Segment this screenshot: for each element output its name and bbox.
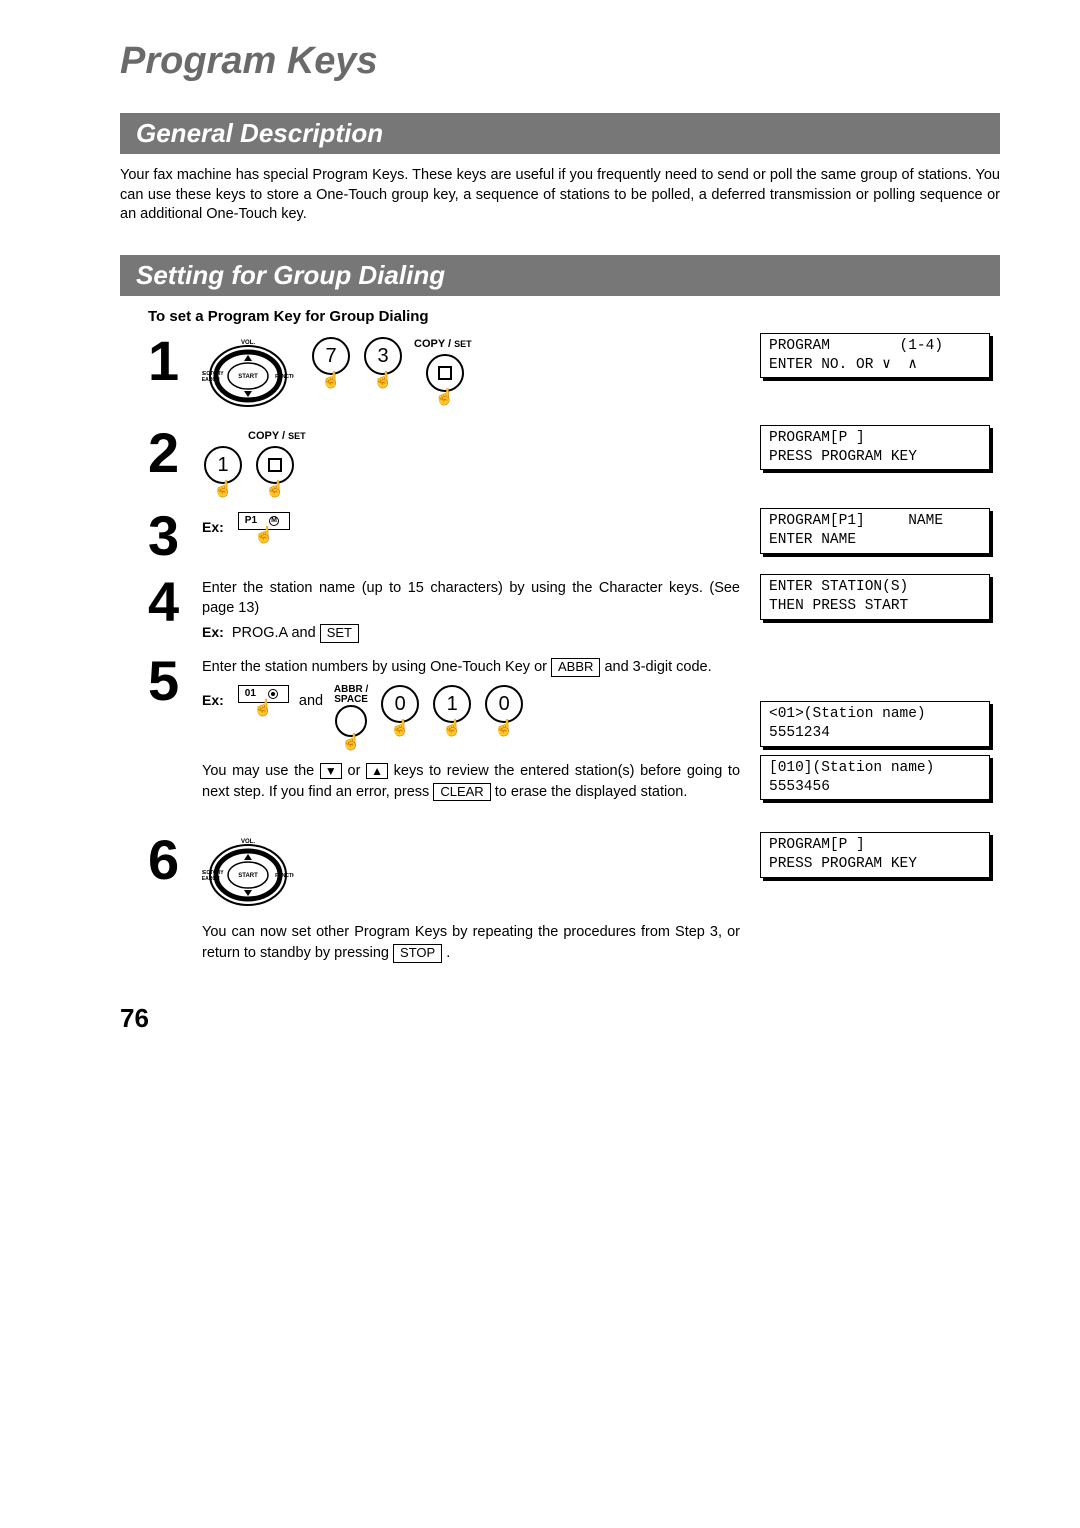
- key-0-label: 0: [499, 690, 510, 718]
- key-3: 3 ☝: [364, 337, 402, 389]
- key-3-label: 3: [377, 342, 388, 370]
- hand-icon: ☝: [253, 701, 273, 717]
- set-key: ☝: [256, 446, 294, 498]
- lcd-display: [010](Station name) 5553456: [760, 755, 990, 801]
- key-0-label: 0: [395, 690, 406, 718]
- hand-icon: ☝: [435, 390, 455, 406]
- down-arrow-key-icon: ▼: [320, 763, 342, 779]
- step-number: 1: [148, 333, 202, 389]
- page-number: 76: [120, 1003, 1000, 1034]
- navigator-dial-icon: START VOL. DIRECTORY SEARCH FUNCTION: [202, 836, 294, 914]
- key-1-label: 1: [217, 451, 228, 479]
- lcd-display: <01>(Station name) 5551234: [760, 701, 990, 747]
- hand-icon: ☝: [254, 528, 274, 544]
- general-description-body: Your fax machine has special Program Key…: [120, 166, 1000, 225]
- svg-text:SEARCH: SEARCH: [202, 876, 220, 882]
- abbr-button-box: ABBR: [551, 658, 600, 677]
- step-number: 6: [148, 832, 202, 888]
- svg-text:START: START: [238, 873, 258, 879]
- set-label: SET: [288, 431, 306, 441]
- set-icon: [438, 366, 452, 380]
- abbr-space-key: ☝: [335, 705, 367, 751]
- step5-text-d: or: [348, 763, 367, 779]
- step-number: 4: [148, 574, 202, 630]
- hand-icon: ☝: [341, 735, 361, 751]
- stop-button-box: STOP: [393, 944, 442, 963]
- step-5: 5 Enter the station numbers by using One…: [148, 653, 1000, 808]
- section-general-heading: General Description: [120, 113, 1000, 154]
- set-icon: [268, 458, 282, 472]
- svg-text:VOL.: VOL.: [241, 839, 255, 845]
- group-dial-subheading: To set a Program Key for Group Dialing: [148, 308, 1000, 325]
- hand-icon: ☝: [390, 721, 410, 737]
- svg-text:START: START: [238, 374, 258, 380]
- up-arrow-key-icon: ▲: [366, 763, 388, 779]
- step-4: 4 Enter the station name (up to 15 chara…: [148, 574, 1000, 643]
- page-title: Program Keys: [120, 40, 1000, 83]
- one-touch-01-key: 01 ☝: [238, 685, 289, 717]
- and-label: and: [299, 691, 323, 711]
- clear-button-box: CLEAR: [433, 783, 490, 802]
- step-number: 2: [148, 425, 202, 481]
- ex-label: Ex:: [202, 624, 224, 640]
- set-button-box: SET: [320, 624, 359, 643]
- section-group-dial-heading: Setting for Group Dialing: [120, 255, 1000, 296]
- svg-text:VOL.: VOL.: [241, 340, 255, 346]
- one-touch-p1-key: P1 M ☝: [238, 512, 290, 544]
- set-label: SET: [454, 339, 472, 349]
- step-1: 1 START VOL. DIRECTORY: [148, 333, 1000, 415]
- step5-text-a: Enter the station numbers by using One-T…: [202, 659, 551, 675]
- ex-label: Ex:: [202, 518, 224, 538]
- key-0: 0 ☝: [485, 685, 523, 737]
- hand-icon: ☝: [265, 482, 285, 498]
- hand-icon: ☝: [321, 373, 341, 389]
- step-6: 6 START VOL. DIRECTORY SEARCH FUNCTION: [148, 832, 1000, 963]
- hand-icon: ☝: [494, 721, 514, 737]
- navigator-dial-icon: START VOL. DIRECTORY SEARCH FUNCTION: [202, 337, 294, 415]
- set-key: COPY / SET ☝: [414, 337, 476, 406]
- step4-ex-text: PROG.A and: [228, 625, 316, 641]
- key-1: 1 ☝: [204, 446, 242, 498]
- copy-label: COPY: [248, 430, 279, 442]
- ex-label: Ex:: [202, 691, 224, 711]
- m-label: M: [271, 516, 277, 526]
- svg-text:FUNCTION: FUNCTION: [275, 374, 294, 380]
- copy-label: COPY: [414, 338, 445, 350]
- key-0: 0 ☝: [381, 685, 419, 737]
- hand-icon: ☝: [373, 373, 393, 389]
- lcd-display: ENTER STATION(S) THEN PRESS START: [760, 574, 990, 620]
- step4-instruction: Enter the station name (up to 15 charact…: [202, 578, 740, 619]
- lcd-display: PROGRAM[P ] PRESS PROGRAM KEY: [760, 832, 990, 878]
- step-number: 3: [148, 508, 202, 564]
- p1-label: P1: [245, 514, 257, 528]
- step5-text-b: and 3-digit code.: [604, 659, 711, 675]
- step-number: 5: [148, 653, 202, 709]
- step-2: 2 COPY / SET 1 ☝ ☝ PROGRAM[P ] PRESS PRO…: [148, 425, 1000, 498]
- svg-text:FUNCTION: FUNCTION: [275, 873, 294, 879]
- space-label: SPACE: [334, 695, 368, 705]
- lcd-display: PROGRAM (1-4) ENTER NO. OR ∨ ∧: [760, 333, 990, 379]
- step6-text-b: .: [446, 945, 450, 961]
- key-1: 1 ☝: [433, 685, 471, 737]
- svg-text:SEARCH: SEARCH: [202, 377, 220, 383]
- hand-icon: ☝: [442, 721, 462, 737]
- step-3: 3 Ex: P1 M ☝ PROGRAM[P1] NAME ENTER: [148, 508, 1000, 564]
- key-7: 7 ☝: [312, 337, 350, 389]
- step5-text-c: You may use the: [202, 763, 320, 779]
- key-7-label: 7: [325, 342, 336, 370]
- key-1-label: 1: [447, 690, 458, 718]
- lcd-display: PROGRAM[P1] NAME ENTER NAME: [760, 508, 990, 554]
- lcd-display: PROGRAM[P ] PRESS PROGRAM KEY: [760, 425, 990, 471]
- step6-text-a: You can now set other Program Keys by re…: [202, 924, 740, 960]
- hand-icon: ☝: [213, 482, 233, 498]
- step5-text-f: to erase the displayed station.: [495, 784, 688, 800]
